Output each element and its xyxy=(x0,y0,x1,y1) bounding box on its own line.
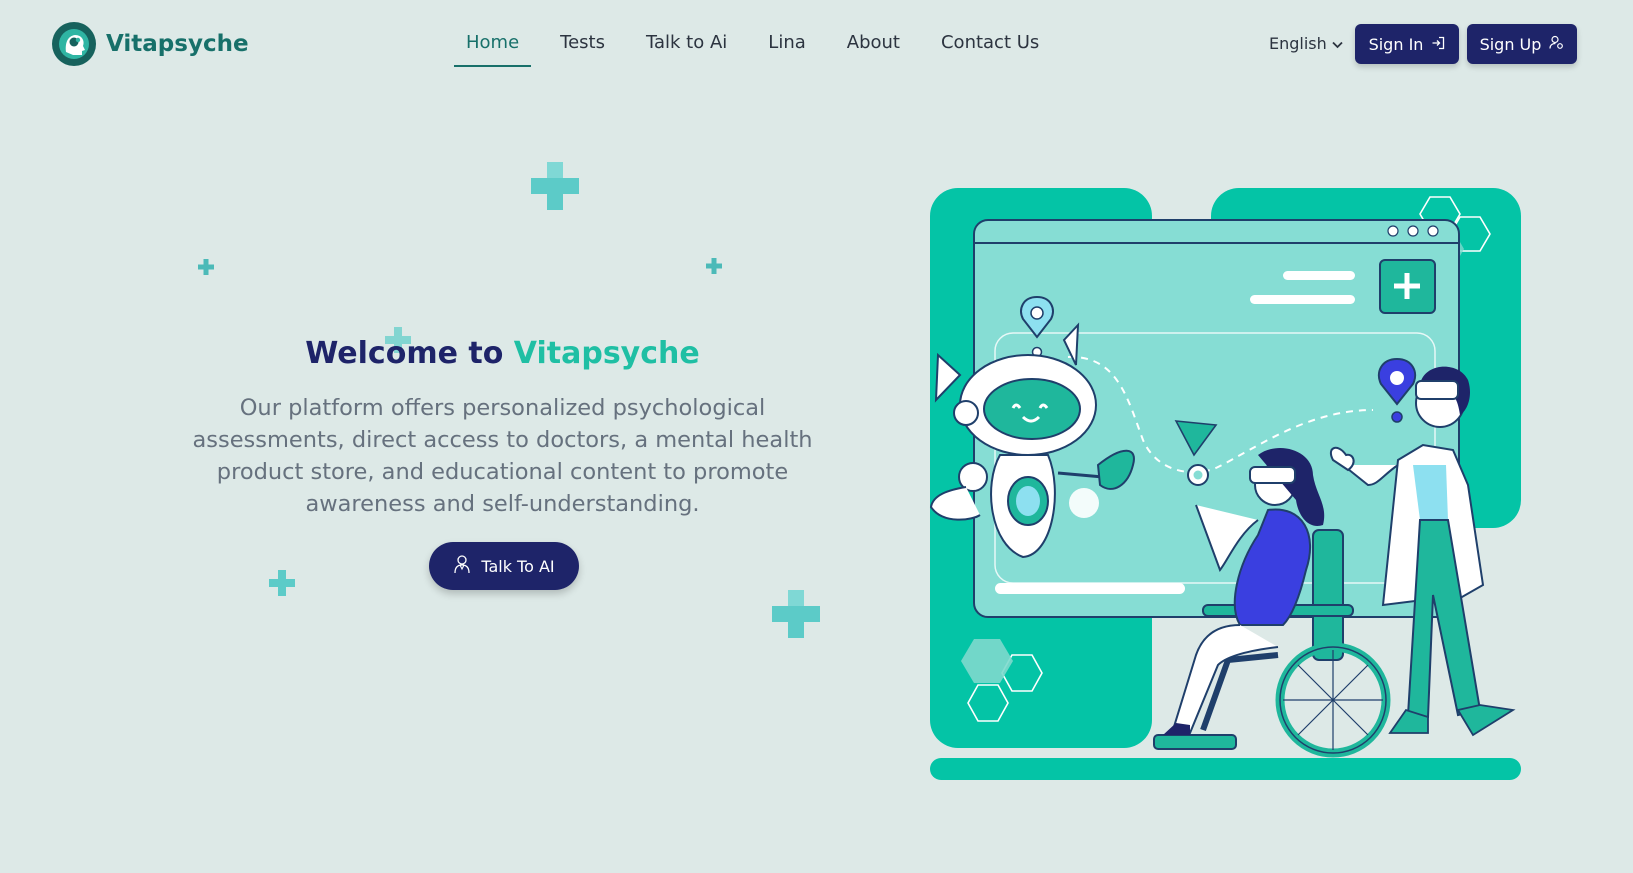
nav-contact-us[interactable]: Contact Us xyxy=(929,24,1051,67)
chevron-down-icon xyxy=(1332,34,1343,53)
hero-illustration xyxy=(929,188,1521,780)
plus-decoration-icon xyxy=(531,162,579,210)
illustration-floor xyxy=(930,758,1521,780)
language-selector[interactable]: English xyxy=(1269,34,1343,53)
ai-user-icon xyxy=(453,554,471,578)
sign-in-label: Sign In xyxy=(1368,34,1424,54)
hero-title: Welcome to Vitapsyche xyxy=(180,336,825,371)
brain-head-icon xyxy=(52,22,96,66)
nav-talk-to-ai[interactable]: Talk to Ai xyxy=(634,24,739,67)
user-gear-icon xyxy=(1549,35,1564,54)
sign-in-button[interactable]: Sign In xyxy=(1355,24,1459,64)
sign-in-icon xyxy=(1431,35,1445,54)
language-label: English xyxy=(1269,34,1327,53)
nav-tests[interactable]: Tests xyxy=(548,24,617,67)
main-nav: Home Tests Talk to Ai Lina About Contact… xyxy=(454,24,1068,67)
hero-title-prefix: Welcome to xyxy=(305,336,514,371)
logo[interactable]: Vitapsyche xyxy=(52,22,249,66)
nav-about[interactable]: About xyxy=(835,24,912,67)
sign-up-button[interactable]: Sign Up xyxy=(1467,24,1577,64)
nav-lina[interactable]: Lina xyxy=(756,24,817,67)
talk-to-ai-button[interactable]: Talk To AI xyxy=(429,542,579,590)
nav-home[interactable]: Home xyxy=(454,24,532,67)
hero-description: Our platform offers personalized psychol… xyxy=(192,395,813,517)
plus-decoration-icon xyxy=(198,259,214,275)
talk-to-ai-label: Talk To AI xyxy=(481,556,555,576)
plus-decoration-icon xyxy=(772,590,820,638)
sign-up-label: Sign Up xyxy=(1479,34,1542,54)
hero-title-accent: Vitapsyche xyxy=(513,336,700,371)
brand-name: Vitapsyche xyxy=(106,31,249,57)
plus-decoration-icon xyxy=(269,570,295,596)
plus-decoration-icon xyxy=(706,258,722,274)
